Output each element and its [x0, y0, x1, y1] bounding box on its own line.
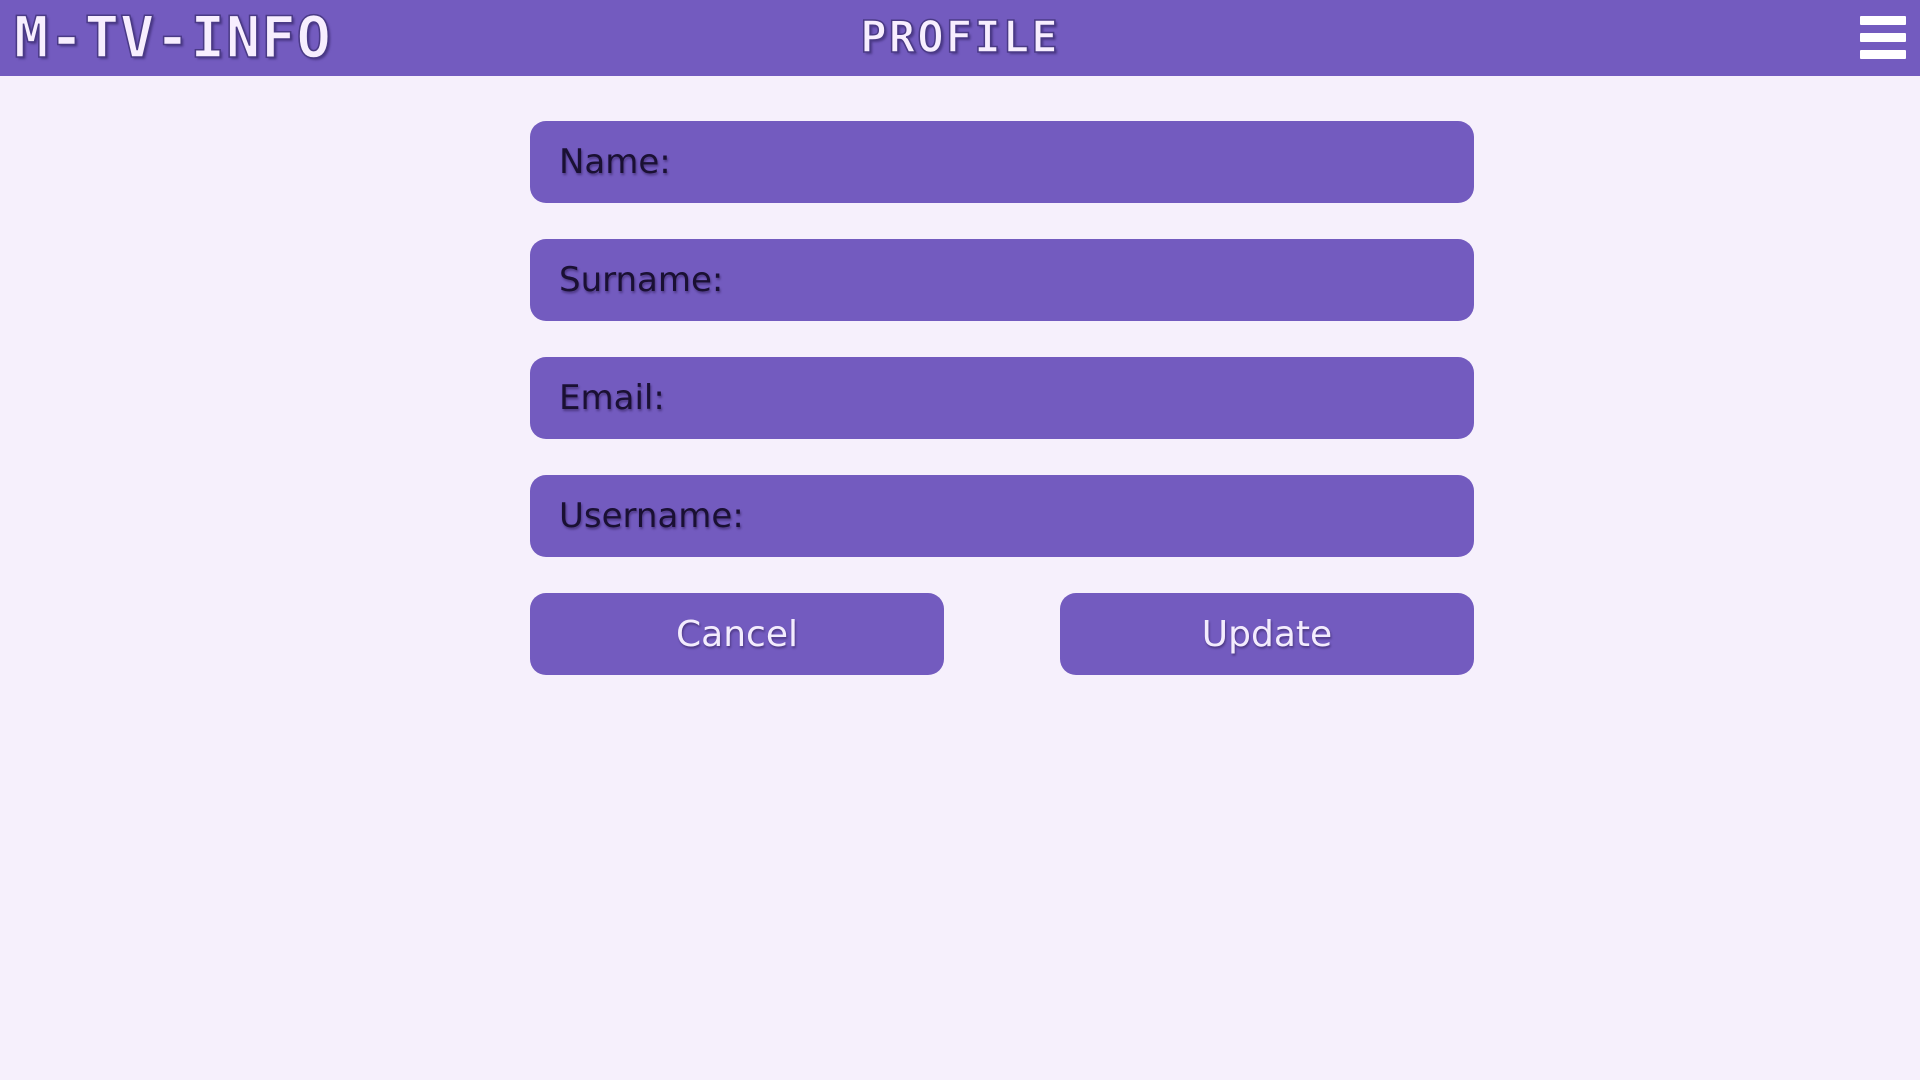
email-field[interactable]: Email: — [530, 357, 1474, 439]
menu-bar-line — [1860, 33, 1906, 42]
email-input[interactable] — [674, 367, 1454, 429]
name-input[interactable] — [680, 131, 1454, 193]
username-field[interactable]: Username: — [530, 475, 1474, 557]
cancel-button[interactable]: Cancel — [530, 593, 944, 675]
username-input[interactable] — [753, 485, 1454, 547]
name-field-label: Name: — [559, 142, 671, 182]
hamburger-menu-icon[interactable] — [1860, 16, 1906, 60]
top-navigation-bar: M-TV-INFO PROFILE — [0, 0, 1920, 76]
brand-logo[interactable]: M-TV-INFO — [13, 5, 332, 71]
surname-field-label: Surname: — [559, 260, 724, 300]
menu-bar-line — [1860, 16, 1906, 25]
surname-field[interactable]: Surname: — [530, 239, 1474, 321]
update-button[interactable]: Update — [1060, 593, 1474, 675]
menu-bar-line — [1860, 50, 1906, 59]
surname-input[interactable] — [733, 249, 1454, 311]
name-field[interactable]: Name: — [530, 121, 1474, 203]
email-field-label: Email: — [559, 378, 665, 418]
username-field-label: Username: — [559, 496, 744, 536]
profile-form: Name: Surname: Email: Username: Cancel U… — [530, 121, 1474, 675]
form-buttons: Cancel Update — [530, 593, 1474, 675]
